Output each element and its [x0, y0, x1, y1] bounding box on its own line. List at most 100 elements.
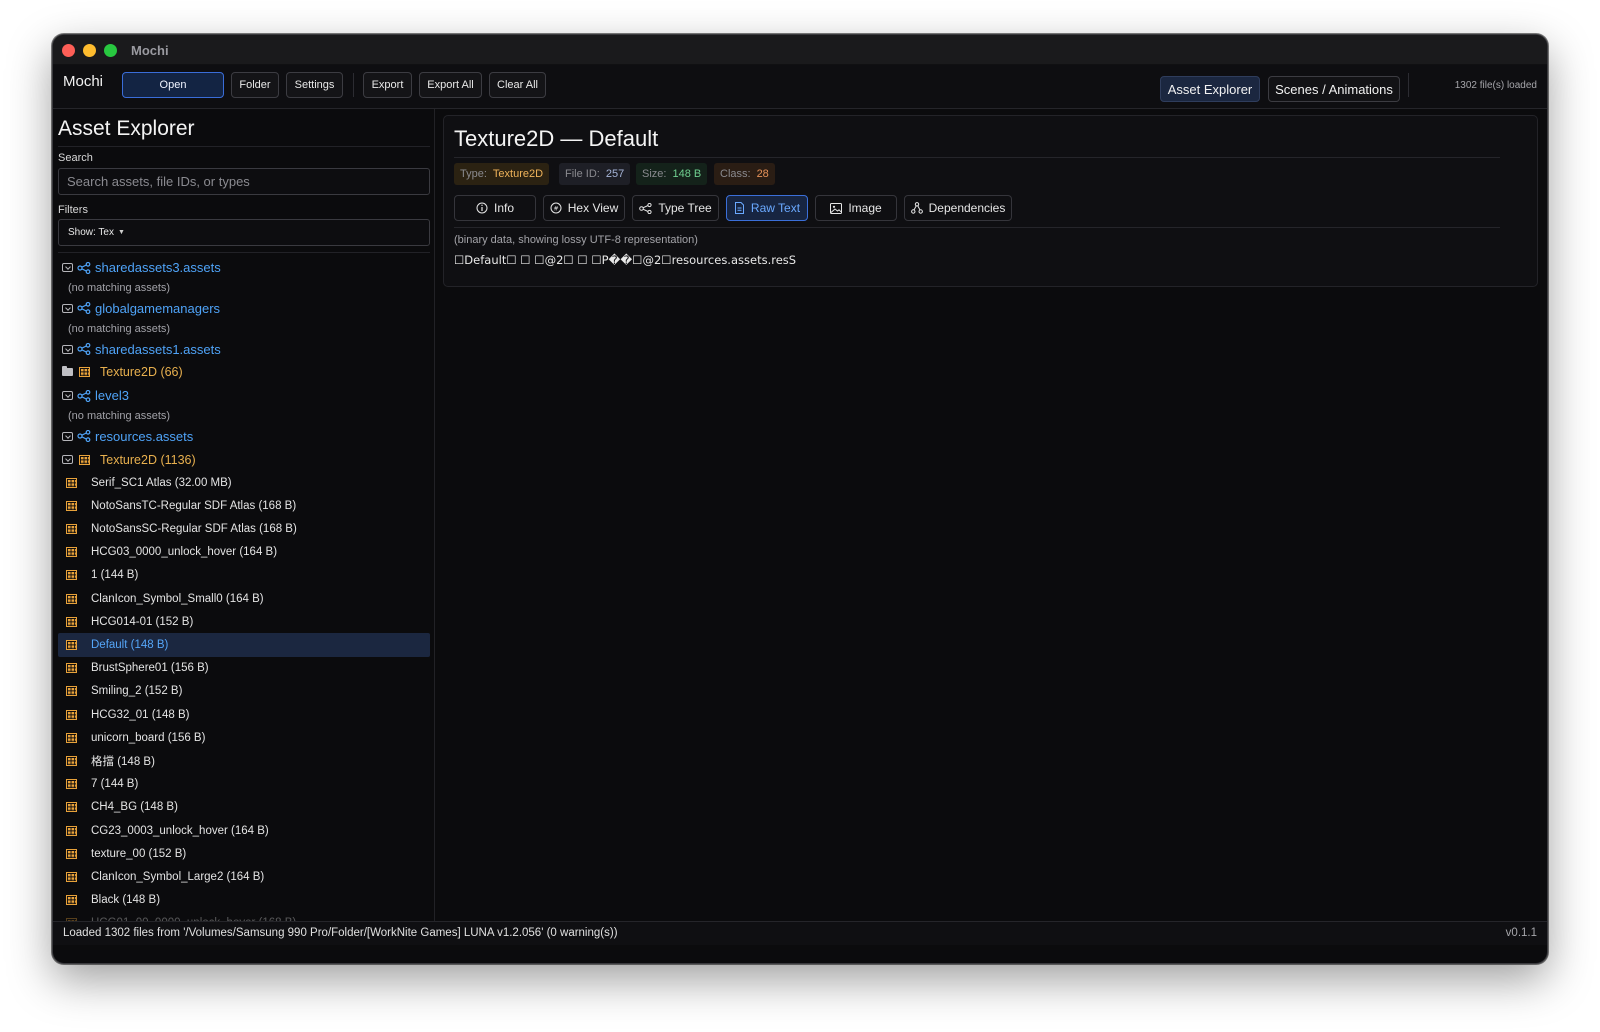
- asset-file-icon: [77, 430, 91, 443]
- tree-item-label: unicorn_board (156 B): [91, 731, 206, 744]
- sidebar-title: Asset Explorer: [58, 117, 195, 140]
- texture-icon: [66, 640, 77, 650]
- tree-item-asset[interactable]: ClanIcon_Symbol_Large2 (164 B): [58, 865, 430, 888]
- tree-item-asset[interactable]: Serif_SC1 Atlas (32.00 MB): [58, 471, 430, 494]
- maximize-window-button[interactable]: [104, 44, 117, 57]
- size-badge: Size: 148 B: [636, 163, 708, 185]
- tab-hex-view-label: Hex View: [567, 201, 619, 215]
- tree-item-asset-selected[interactable]: Default (148 B): [58, 633, 430, 657]
- tree-item-label: texture_00 (152 B): [91, 847, 187, 860]
- tree-item-asset[interactable]: HCG32_01 (148 B): [58, 703, 430, 726]
- asset-explorer-tab[interactable]: Asset Explorer: [1160, 76, 1260, 102]
- asset-file-icon: [77, 389, 91, 402]
- collapse-icon[interactable]: [62, 455, 73, 464]
- tree-item-file[interactable]: resources.assets: [58, 425, 430, 448]
- export-button[interactable]: Export: [363, 72, 412, 98]
- close-window-button[interactable]: [62, 44, 75, 57]
- raw-text-note: (binary data, showing lossy UTF-8 repres…: [454, 234, 698, 246]
- tree-item-asset[interactable]: HCG01_00_0000_unlock_hover (168 B): [58, 912, 430, 921]
- tree-item-label: 1 (144 B): [91, 569, 139, 582]
- texture-icon: [66, 663, 77, 674]
- texture-icon: [66, 686, 77, 697]
- clear-all-button[interactable]: Clear All: [489, 72, 546, 98]
- asset-file-icon: [77, 261, 91, 274]
- tree-item-asset[interactable]: 1 (144 B): [58, 564, 430, 587]
- asset-sidebar: Asset Explorer Search Filters Show: Tex …: [53, 109, 435, 921]
- type-badge: Type: Texture2D: [454, 163, 550, 185]
- divider: [454, 227, 1500, 228]
- tree-item-label: NotoSansSC-Regular SDF Atlas (168 B): [91, 523, 297, 536]
- collapse-icon[interactable]: [62, 431, 73, 441]
- texture-icon: [66, 825, 77, 836]
- tree-item-file[interactable]: sharedassets3.assets: [58, 256, 430, 279]
- tree-item-asset[interactable]: CH4_BG (148 B): [58, 796, 430, 819]
- tree-item-asset[interactable]: unicorn_board (156 B): [58, 726, 430, 749]
- tree-item-label: sharedassets3.assets: [95, 260, 221, 276]
- tree-item-label: level3: [95, 388, 129, 404]
- tree-item-label: CH4_BG (148 B): [91, 801, 178, 814]
- collapse-icon[interactable]: [62, 303, 73, 313]
- texture-icon: [66, 709, 77, 720]
- tree-item-label: ClanIcon_Symbol_Large2 (164 B): [91, 870, 265, 883]
- filter-value: Show: Tex: [68, 227, 114, 238]
- files-loaded-count: 1302 file(s) loaded: [1454, 80, 1537, 91]
- open-button[interactable]: Open: [122, 72, 224, 98]
- tree-graph-icon: [639, 202, 652, 214]
- status-bar: Loaded 1302 files from '/Volumes/Samsung…: [53, 921, 1547, 945]
- tab-image[interactable]: Image: [815, 195, 897, 221]
- svg-text:#: #: [553, 205, 558, 212]
- type-filter-select[interactable]: Show: Tex ▼: [58, 219, 430, 246]
- texture-icon: [66, 524, 77, 535]
- tab-dependencies[interactable]: Dependencies: [904, 195, 1012, 221]
- tree-item-type-group[interactable]: Texture2D (1136): [58, 448, 430, 471]
- texture-icon: [66, 593, 77, 604]
- texture-icon: [66, 500, 77, 511]
- tab-hex-view[interactable]: # Hex View: [543, 195, 625, 221]
- tree-item-file[interactable]: sharedassets1.assets: [58, 338, 430, 361]
- tree-item-asset[interactable]: Black (148 B): [58, 888, 430, 911]
- toolbar-divider: [1408, 73, 1409, 97]
- collapse-icon[interactable]: [62, 344, 73, 354]
- folder-icon: [62, 366, 73, 377]
- collapse-icon[interactable]: [62, 263, 73, 273]
- settings-button[interactable]: Settings: [286, 72, 343, 98]
- tree-item-asset[interactable]: CG23_0003_unlock_hover (164 B): [58, 819, 430, 842]
- tab-raw-text[interactable]: Raw Text: [726, 195, 808, 221]
- tree-item-asset[interactable]: ClanIcon_Symbol_Small0 (164 B): [58, 587, 430, 610]
- scenes-animations-tab[interactable]: Scenes / Animations: [1268, 76, 1400, 102]
- tree-item-file[interactable]: level3: [58, 384, 430, 407]
- asset-title: Texture2D — Default: [454, 126, 659, 151]
- tree-item-type-group[interactable]: Texture2D (66): [58, 361, 430, 384]
- minimize-window-button[interactable]: [83, 44, 96, 57]
- tree-item-asset[interactable]: NotoSansTC-Regular SDF Atlas (168 B): [58, 494, 430, 517]
- asset-file-icon: [77, 343, 91, 356]
- tree-item-asset[interactable]: 格擋 (148 B): [58, 749, 430, 772]
- search-input[interactable]: [58, 168, 430, 195]
- tree-item-label: Black (148 B): [91, 894, 161, 907]
- tree-item-asset[interactable]: BrustSphere01 (156 B): [58, 657, 430, 680]
- tree-item-file[interactable]: globalgamemanagers: [58, 297, 430, 320]
- tree-item-asset[interactable]: HCG014-01 (152 B): [58, 610, 430, 633]
- collapse-icon[interactable]: [62, 391, 73, 401]
- divider: [58, 252, 430, 253]
- export-all-button[interactable]: Export All: [419, 72, 482, 98]
- tab-type-tree[interactable]: Type Tree: [632, 195, 719, 221]
- tree-item-label: Texture2D (1136): [100, 452, 196, 467]
- class-badge: Class: 28: [714, 163, 775, 185]
- tree-item-asset[interactable]: HCG03_0000_unlock_hover (164 B): [58, 541, 430, 564]
- folder-button[interactable]: Folder: [231, 72, 279, 98]
- texture-icon: [66, 755, 77, 766]
- no-matching-note: (no matching assets): [68, 409, 171, 422]
- texture-icon: [66, 848, 77, 859]
- app-version: v0.1.1: [1505, 927, 1537, 939]
- tree-item-asset[interactable]: texture_00 (152 B): [58, 842, 430, 865]
- info-icon: [476, 202, 488, 214]
- tree-item-asset[interactable]: NotoSansSC-Regular SDF Atlas (168 B): [58, 517, 430, 540]
- tab-info[interactable]: Info: [454, 195, 536, 221]
- tree-item-asset[interactable]: Smiling_2 (152 B): [58, 680, 430, 703]
- tree-item-label: NotoSansTC-Regular SDF Atlas (168 B): [91, 499, 297, 512]
- tree-item-asset[interactable]: 7 (144 B): [58, 773, 430, 796]
- toolbar: Mochi Open Folder Settings Export Export…: [53, 65, 1547, 109]
- no-matching-note: (no matching assets): [68, 322, 171, 335]
- tree-item-label: Serif_SC1 Atlas (32.00 MB): [91, 476, 232, 489]
